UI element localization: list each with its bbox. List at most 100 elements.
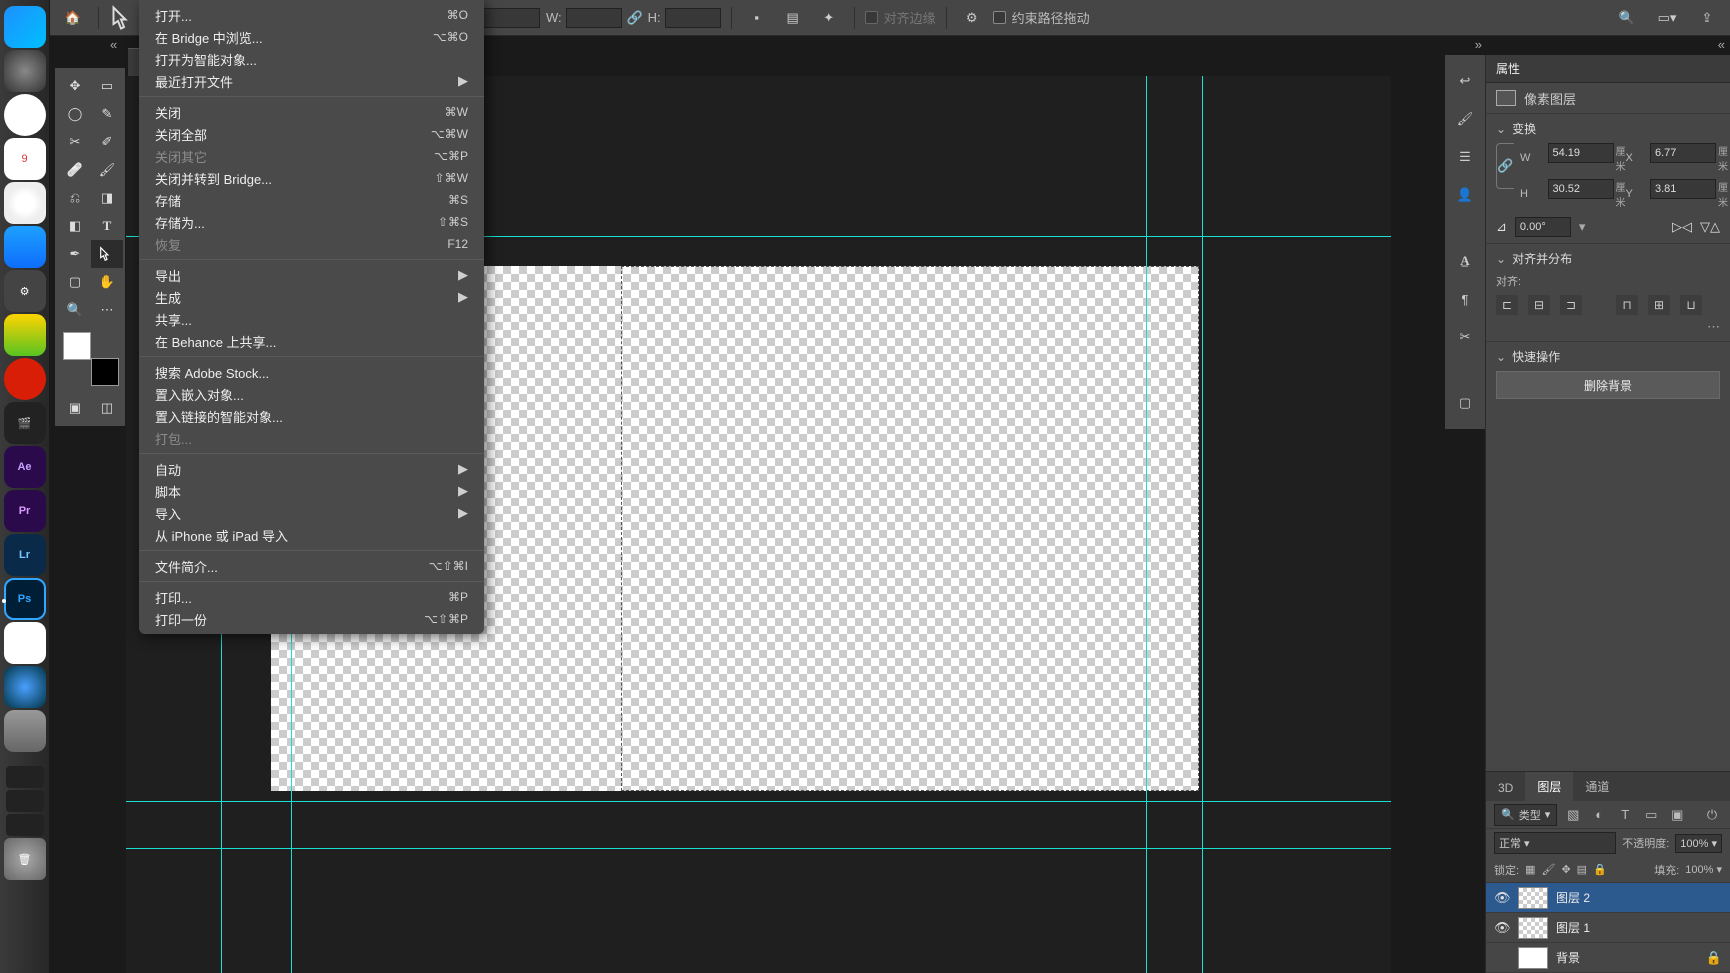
lock-paint-icon[interactable]: 🖌 bbox=[1541, 863, 1555, 876]
move-tool[interactable]: ✥ bbox=[59, 72, 91, 100]
dock-quicktime-icon[interactable] bbox=[4, 666, 46, 708]
layer-row[interactable]: 背景🔒 bbox=[1486, 943, 1730, 973]
screen-mode[interactable]: ▣ bbox=[59, 394, 91, 422]
menu-item[interactable]: 置入链接的智能对象... bbox=[139, 405, 484, 427]
dock-netease-icon[interactable] bbox=[4, 358, 46, 400]
menu-item[interactable]: 搜索 Adobe Stock... bbox=[139, 361, 484, 383]
menu-item[interactable]: 存储为...⇧⌘S bbox=[139, 211, 484, 233]
dock-appstore-icon[interactable] bbox=[4, 226, 46, 268]
visibility-toggle-icon[interactable]: 👁 bbox=[1494, 920, 1510, 936]
align-right[interactable]: ⊐ bbox=[1560, 295, 1582, 315]
filter-adjust-icon[interactable]: ◐ bbox=[1589, 805, 1609, 825]
menu-item[interactable]: 打开为智能对象... bbox=[139, 48, 484, 70]
layer-name-label[interactable]: 图层 1 bbox=[1556, 919, 1722, 936]
filter-smart-icon[interactable]: ▣ bbox=[1667, 805, 1687, 825]
menu-item[interactable]: 打印...⌘P bbox=[139, 586, 484, 608]
menu-item[interactable]: 在 Bridge 中浏览...⌥⌘O bbox=[139, 26, 484, 48]
menu-item[interactable]: 脚本▶ bbox=[139, 480, 484, 502]
menu-item[interactable]: 从 iPhone 或 iPad 导入 bbox=[139, 524, 484, 546]
pen-tool[interactable]: ✒ bbox=[59, 240, 91, 268]
remove-background-button[interactable]: 删除背景 bbox=[1496, 371, 1720, 399]
collapse-right-icon[interactable]: » bbox=[1475, 37, 1482, 52]
character-panel-icon[interactable]: 👤 bbox=[1453, 183, 1477, 207]
align-left[interactable]: ⊏ bbox=[1496, 295, 1518, 315]
layer-filter-kind[interactable]: 🔍 类型 ▾ bbox=[1494, 804, 1557, 826]
menu-item[interactable]: 生成▶ bbox=[139, 286, 484, 308]
dock-lightroom-icon[interactable]: Lr bbox=[4, 534, 46, 576]
filter-toggle[interactable]: ⏻ bbox=[1702, 805, 1722, 825]
flip-h-icon[interactable]: ▷◁ bbox=[1672, 219, 1692, 235]
visibility-toggle-icon[interactable]: 👁 bbox=[1494, 890, 1510, 906]
layer-row[interactable]: 👁 图层 1 bbox=[1486, 913, 1730, 943]
paragraph-panel-icon[interactable]: ¶ bbox=[1453, 287, 1477, 311]
dock-photoshop-icon[interactable]: Ps bbox=[4, 578, 46, 620]
transform-heading[interactable]: 变换 bbox=[1496, 120, 1720, 137]
lasso-tool[interactable]: ◯ bbox=[59, 100, 91, 128]
align-heading[interactable]: 对齐并分布 bbox=[1496, 250, 1720, 267]
guide-vertical[interactable] bbox=[1202, 76, 1203, 973]
menu-item[interactable]: 文件简介...⌥⇧⌘I bbox=[139, 555, 484, 577]
align-top[interactable]: ⊓ bbox=[1616, 295, 1638, 315]
share-icon[interactable]: ⇪ bbox=[1692, 3, 1722, 33]
dock-photos-icon[interactable] bbox=[4, 182, 46, 224]
tab-channels[interactable]: 通道 bbox=[1573, 772, 1621, 801]
libraries-panel-icon[interactable]: ▢ bbox=[1453, 391, 1477, 415]
tab-layers[interactable]: 图层 bbox=[1525, 772, 1573, 801]
styles-panel-icon[interactable]: ✂︎ bbox=[1453, 325, 1477, 349]
history-panel-icon[interactable]: ↩︎ bbox=[1453, 69, 1477, 93]
dock-launchpad-icon[interactable] bbox=[4, 50, 46, 92]
menu-item[interactable]: 共享... bbox=[139, 308, 484, 330]
dock-trash-icon[interactable]: 🗑 bbox=[4, 838, 46, 880]
layer-name-label[interactable]: 背景 bbox=[1556, 949, 1698, 966]
filter-shape-icon[interactable]: ▭ bbox=[1641, 805, 1661, 825]
menu-item[interactable]: 导出▶ bbox=[139, 264, 484, 286]
filter-pixel-icon[interactable]: ▧ bbox=[1563, 805, 1583, 825]
y-input[interactable] bbox=[1650, 179, 1716, 199]
path-select-tool[interactable] bbox=[91, 240, 123, 268]
char-panel-icon[interactable]: A̲ bbox=[1453, 249, 1477, 273]
brush-panel-icon[interactable]: 🖌 bbox=[1453, 107, 1477, 131]
guide-vertical[interactable] bbox=[1146, 76, 1147, 973]
menu-item[interactable]: 最近打开文件▶ bbox=[139, 70, 484, 92]
properties-panel-tab[interactable]: 属性 bbox=[1486, 55, 1730, 83]
workspace-switcher[interactable]: ▭▾ bbox=[1652, 3, 1682, 33]
guide-horizontal[interactable] bbox=[126, 848, 1391, 849]
dock-minimized-1[interactable] bbox=[6, 766, 44, 788]
dock-finalcut-icon[interactable]: 🎬 bbox=[4, 402, 46, 444]
hand-tool[interactable]: ✋ bbox=[91, 268, 123, 296]
foreground-color-swatch[interactable] bbox=[63, 332, 91, 360]
link-wh-icon[interactable]: 🔗 bbox=[1496, 143, 1514, 189]
align-hcenter[interactable]: ⊟ bbox=[1528, 295, 1550, 315]
guide-horizontal[interactable] bbox=[126, 801, 1391, 802]
menu-item[interactable]: 打开...⌘O bbox=[139, 4, 484, 26]
angle-input[interactable] bbox=[1515, 217, 1571, 237]
pathop-2[interactable]: ▤ bbox=[778, 3, 808, 33]
dock-minimized-2[interactable] bbox=[6, 790, 44, 812]
opacity-input[interactable]: 100% ▾ bbox=[1675, 834, 1722, 853]
crop-tool[interactable]: ✂ bbox=[59, 128, 91, 156]
spot-heal-tool[interactable]: 🩹 bbox=[59, 156, 91, 184]
pathop-1[interactable]: ▪ bbox=[742, 3, 772, 33]
type-tool[interactable]: T bbox=[91, 212, 123, 240]
tool-indicator[interactable] bbox=[109, 3, 139, 33]
lock-move-icon[interactable]: ✥ bbox=[1561, 863, 1570, 876]
fill-input[interactable]: 100% ▾ bbox=[1685, 863, 1722, 876]
eraser-tool[interactable]: ◨ bbox=[91, 184, 123, 212]
align-more[interactable]: ⋯ bbox=[1496, 319, 1720, 335]
dock-settings-icon[interactable]: ⚙︎ bbox=[4, 270, 46, 312]
marquee-tool[interactable]: ▭ bbox=[91, 72, 123, 100]
h-input[interactable] bbox=[1548, 179, 1614, 199]
eyedropper-tool[interactable]: ✐ bbox=[91, 128, 123, 156]
align-edges-option[interactable]: 对齐边缘 bbox=[865, 8, 936, 27]
tab-3d[interactable]: 3D bbox=[1486, 775, 1525, 801]
menu-item[interactable]: 关闭并转到 Bridge...⇧⌘W bbox=[139, 167, 484, 189]
menu-item[interactable]: 关闭⌘W bbox=[139, 101, 484, 123]
lock-nest-icon[interactable]: ▤ bbox=[1577, 863, 1587, 876]
menu-item[interactable]: 置入嵌入对象... bbox=[139, 383, 484, 405]
zoom-tool[interactable]: 🔍 bbox=[59, 296, 91, 324]
link-wh-toggle[interactable]: 🔗 bbox=[628, 11, 642, 25]
dock-music-icon[interactable] bbox=[4, 314, 46, 356]
quick-mask[interactable]: ◫ bbox=[91, 394, 123, 422]
constrain-drag-option[interactable]: 约束路径拖动 bbox=[993, 8, 1090, 27]
gear-icon[interactable]: ⚙︎ bbox=[957, 3, 987, 33]
